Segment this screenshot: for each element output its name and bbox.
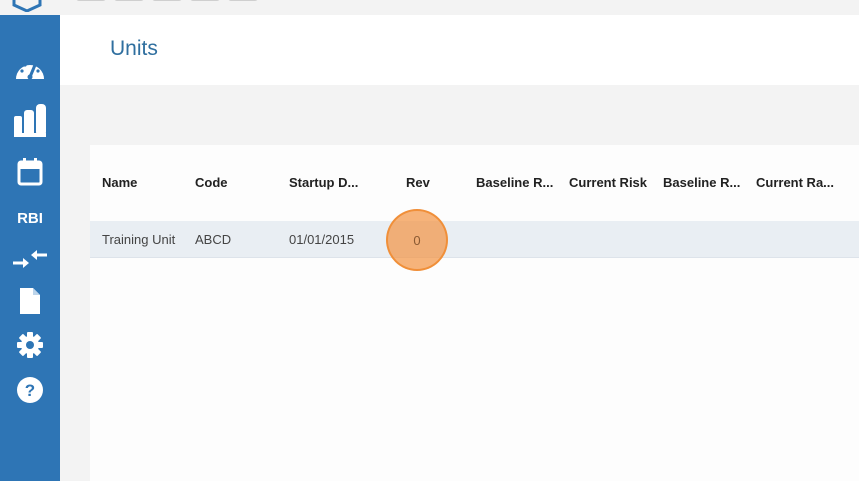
column-header-rev[interactable]: Rev [406,175,430,190]
logo-wordmark [76,0,266,2]
column-header-baseline-rank[interactable]: Baseline R... [663,175,740,190]
sidebar-item-merge[interactable] [0,239,60,279]
column-header-current-risk[interactable]: Current Risk [569,175,647,190]
sidebar-item-plants[interactable] [0,100,60,140]
column-header-code[interactable]: Code [195,175,228,190]
column-header-startup-date[interactable]: Startup D... [289,175,358,190]
cell-rev: 0 [413,232,421,248]
help-icon: ? [17,377,43,403]
svg-text:?: ? [25,381,35,400]
plant-icon [14,104,46,137]
page-header: Units [60,15,859,85]
gear-icon [17,332,43,358]
sidebar-item-schedule[interactable] [0,152,60,192]
sidebar-item-documents[interactable] [0,281,60,321]
units-table: Name Code Startup D... Rev Baseline R...… [90,145,859,481]
table-row[interactable]: Training Unit ABCD 01/01/2015 [90,221,859,258]
logo-icon [12,0,42,12]
column-header-current-rank[interactable]: Current Ra... [756,175,834,190]
table-header: Name Code Startup D... Rev Baseline R...… [90,145,859,221]
column-header-name[interactable]: Name [102,175,137,190]
column-header-baseline-risk[interactable]: Baseline R... [476,175,553,190]
cell-code: ABCD [195,232,232,247]
page-title: Units [110,37,158,60]
sidebar: RBI ? [0,15,60,481]
cell-name: Training Unit [102,232,176,247]
sidebar-item-help[interactable]: ? [0,370,60,410]
cell-startup-date: 01/01/2015 [289,232,355,247]
dashboard-icon [16,63,44,80]
sidebar-item-dashboard[interactable] [0,50,60,90]
document-icon [20,288,40,314]
merge-arrows-icon [13,250,47,268]
calendar-icon [17,158,43,186]
sidebar-item-settings[interactable] [0,325,60,365]
sidebar-item-rbi[interactable]: RBI [0,198,60,238]
top-bar [0,0,859,15]
